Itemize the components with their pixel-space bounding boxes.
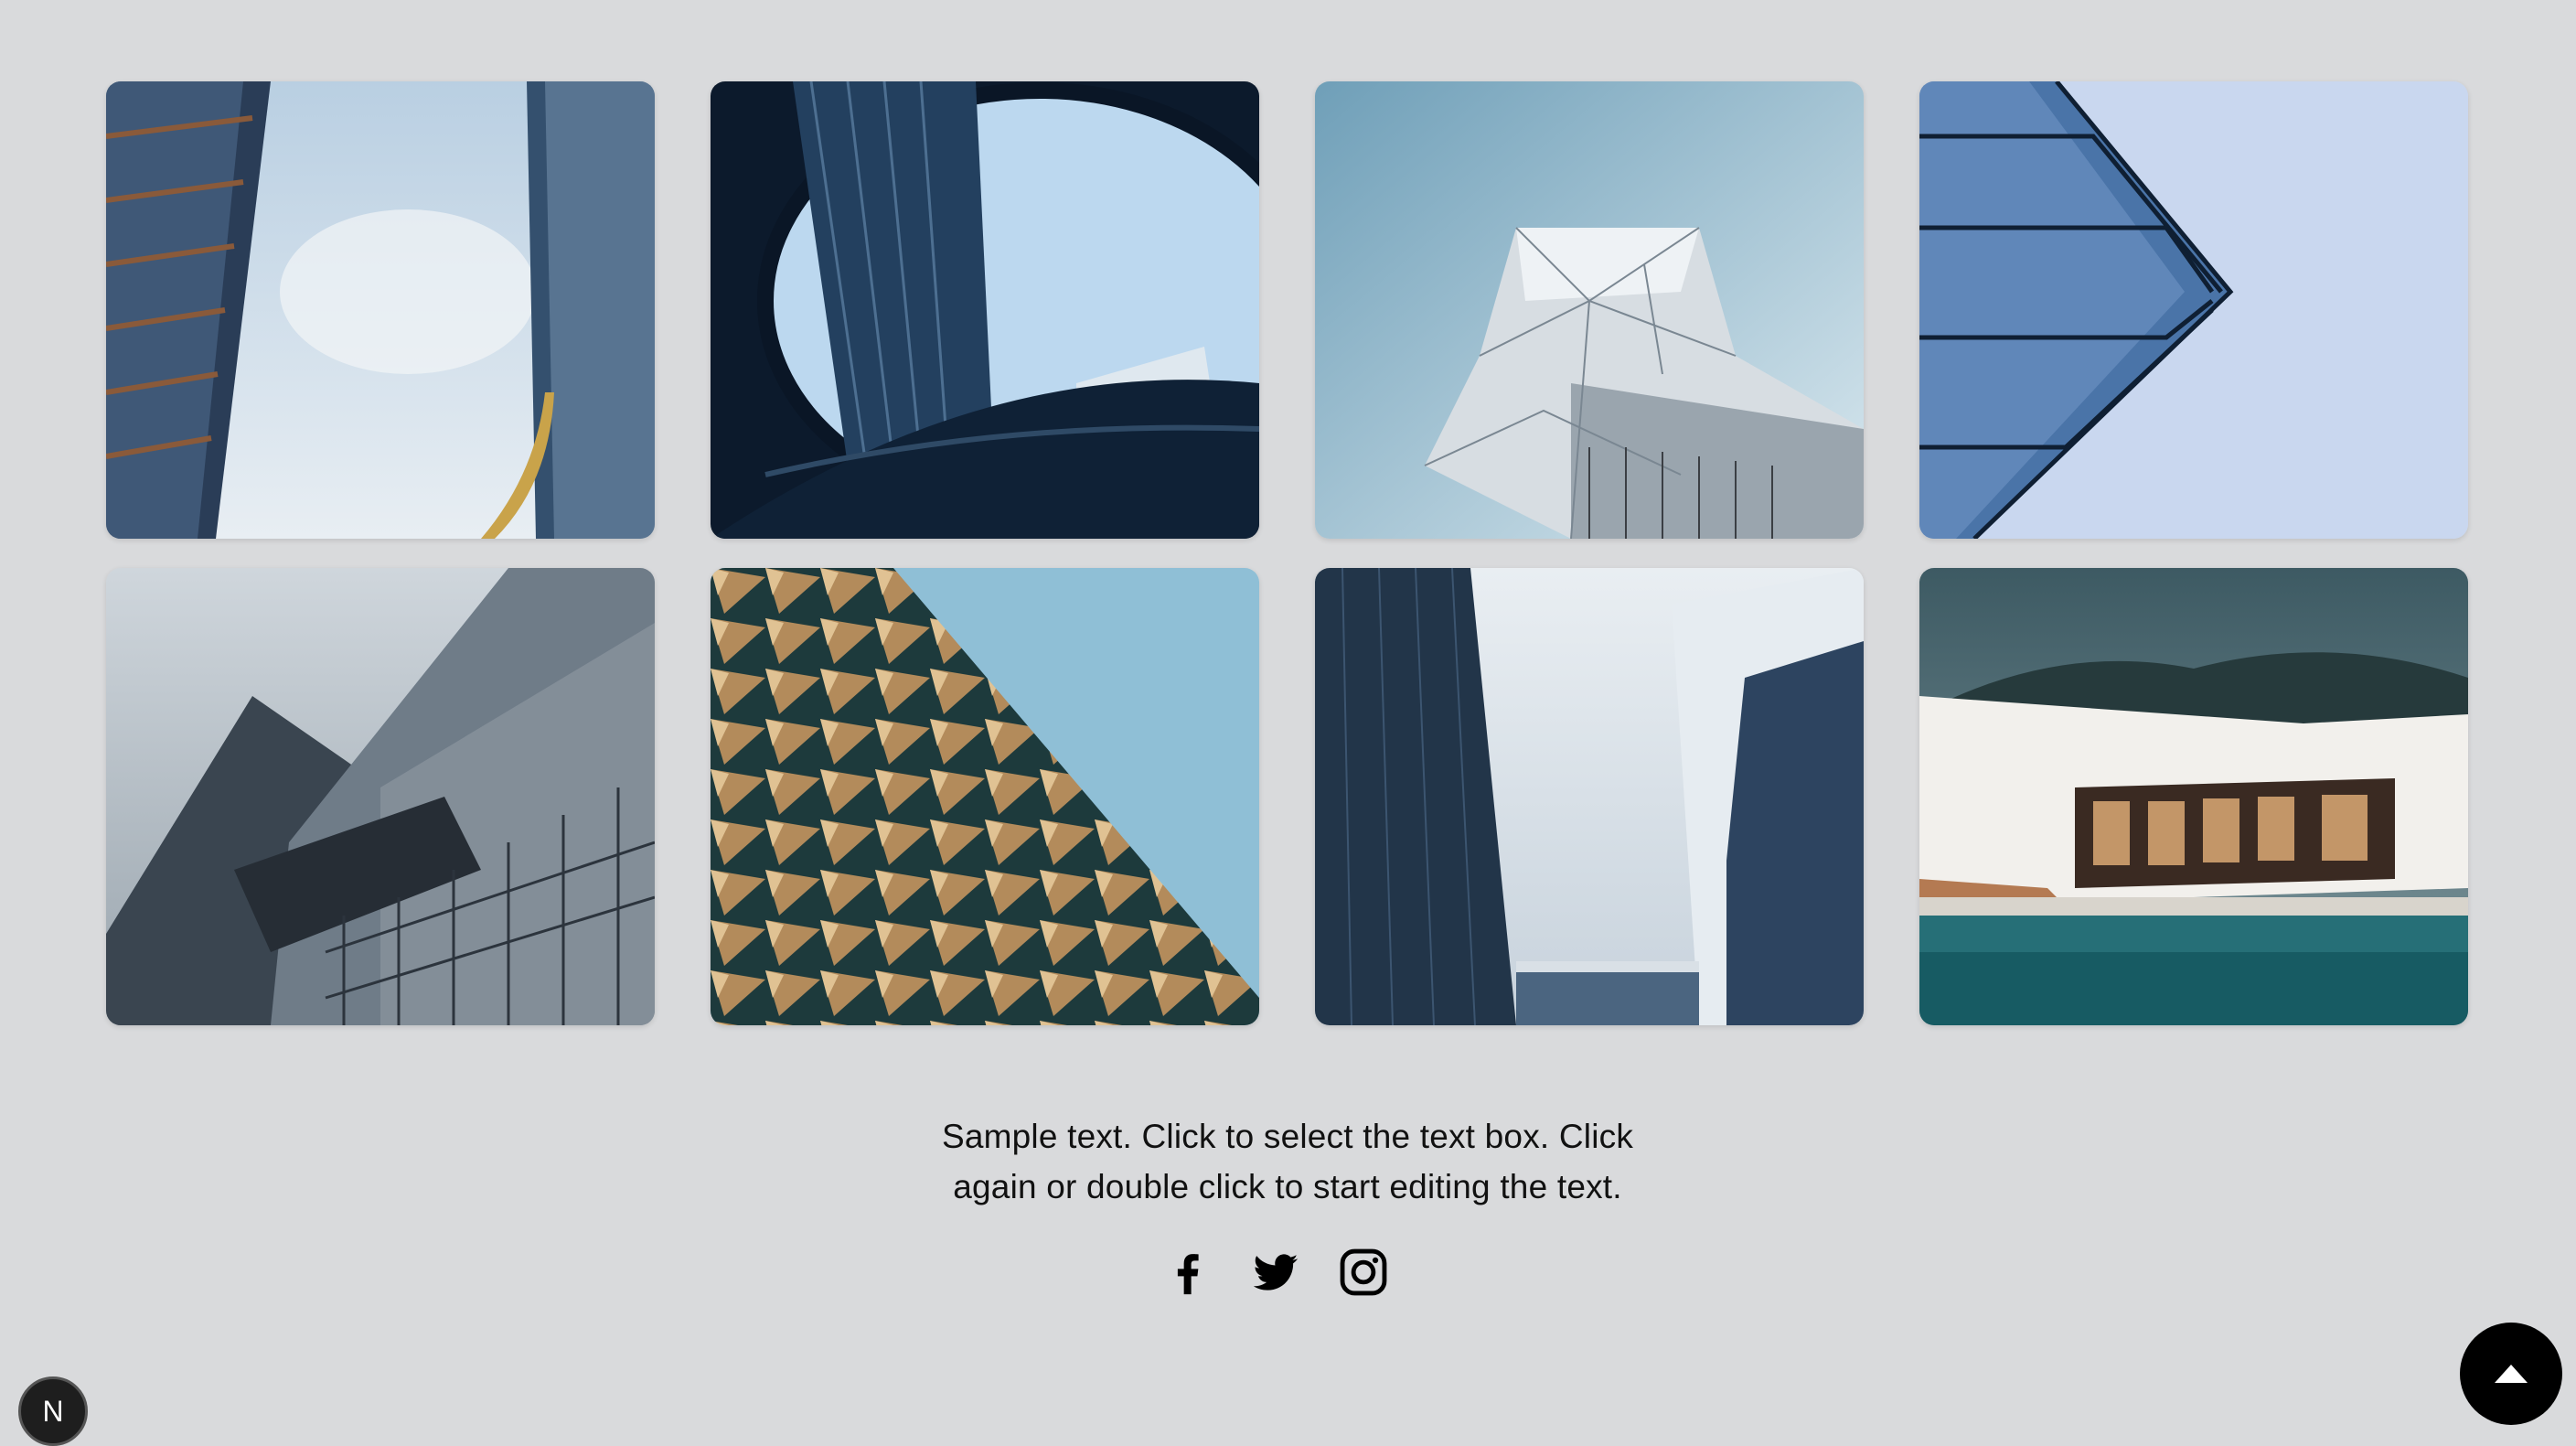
- instagram-link[interactable]: [1337, 1246, 1390, 1299]
- n-badge-label: N: [42, 1394, 64, 1428]
- gallery-image-1[interactable]: [106, 81, 655, 539]
- twitter-link[interactable]: [1249, 1246, 1302, 1299]
- gallery-image-5[interactable]: [106, 568, 655, 1025]
- caret-up-icon: [2495, 1365, 2528, 1383]
- sample-text-line-1: Sample text. Click to select the text bo…: [941, 1118, 1634, 1155]
- instagram-icon: [1340, 1248, 1387, 1296]
- sample-text-line-2: again or double click to start editing t…: [953, 1168, 1622, 1205]
- twitter-icon: [1253, 1254, 1299, 1291]
- social-links: [1161, 1246, 1390, 1299]
- n-badge[interactable]: N: [18, 1376, 88, 1446]
- gallery-image-2[interactable]: [711, 81, 1259, 539]
- gallery-image-3[interactable]: [1315, 81, 1864, 539]
- image-gallery: [106, 81, 2469, 1025]
- facebook-icon: [1177, 1254, 1199, 1295]
- gallery-image-7[interactable]: [1315, 568, 1864, 1025]
- facebook-link[interactable]: [1161, 1246, 1214, 1299]
- gallery-image-4[interactable]: [1919, 81, 2468, 539]
- gallery-image-6[interactable]: [711, 568, 1259, 1025]
- gallery-image-8[interactable]: [1919, 568, 2468, 1025]
- back-to-top-button[interactable]: [2460, 1323, 2562, 1425]
- sample-text-block[interactable]: Sample text. Click to select the text bo…: [876, 1111, 1699, 1212]
